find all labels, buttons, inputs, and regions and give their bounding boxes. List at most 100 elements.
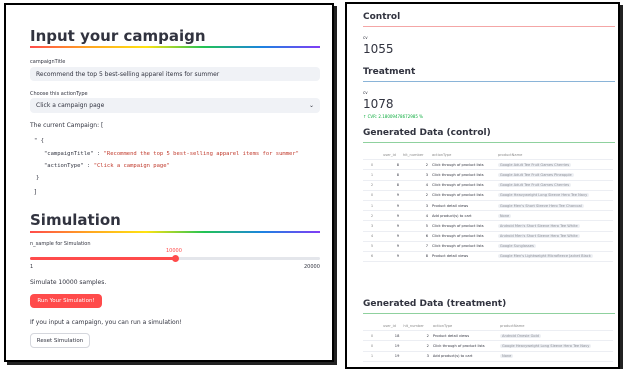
column-header[interactable] bbox=[363, 321, 381, 332]
table-row[interactable]: 4 9 6 Click through of product lists Android… bbox=[363, 231, 613, 242]
slider-max: 20000 bbox=[304, 264, 320, 270]
table-cell: Android Onesie Gold bbox=[498, 330, 613, 342]
control-divider bbox=[363, 26, 615, 27]
treatment-delta: ↑ CVR: 2.18009478672985 % bbox=[363, 114, 423, 119]
gen-treatment-title: Generated Data (treatment) bbox=[363, 299, 507, 309]
table-cell: 19 bbox=[381, 340, 402, 352]
table-cell: 0 bbox=[363, 330, 381, 342]
campaign-title-label: campaignTitle bbox=[30, 59, 66, 65]
column-header[interactable]: actionType bbox=[429, 150, 496, 161]
table-row[interactable]: 1 9 3 Product detail views Google Men's Shor… bbox=[363, 200, 613, 212]
action-type-value: Click a campaign page bbox=[36, 102, 105, 109]
gen-control-divider bbox=[363, 142, 615, 143]
table-cell: Google Heavyweight Long Sleeve Hero Tee … bbox=[498, 340, 613, 352]
table-row[interactable]: 0 18 2 Product detail views Android Onesie G… bbox=[363, 330, 613, 342]
table-cell: 3 bbox=[401, 200, 430, 212]
table-cell: Product detail views bbox=[429, 200, 496, 212]
table-cell: 8 bbox=[401, 251, 430, 263]
treatment-data-table[interactable]: user_id hit_number actionType productName 0… bbox=[363, 321, 613, 362]
table-cell: 4 bbox=[401, 210, 430, 222]
table-cell: 1 bbox=[363, 169, 381, 181]
table-cell: 9 bbox=[381, 251, 401, 263]
table-cell: Google Adult Tee Fruit Games Cherries bbox=[495, 180, 613, 191]
table-row[interactable]: 5 9 7 Click through of product lists Google … bbox=[363, 241, 613, 252]
treatment-divider bbox=[363, 81, 615, 82]
product-name-chip: Google Heavyweight Long Sleeve Hero Tee … bbox=[500, 343, 592, 348]
campaign-input-panel: Input your campaign campaignTitle Recomm… bbox=[4, 3, 334, 362]
treatment-cv-value: 1078 bbox=[363, 97, 394, 111]
table-cell: 1 bbox=[363, 351, 381, 362]
code-close: } bbox=[36, 175, 40, 181]
table-cell: Google Men's Short Sleeve Hero Tee Charc… bbox=[495, 200, 613, 212]
table-cell: Click through of product lists bbox=[429, 169, 496, 181]
table-cell: 6 bbox=[401, 231, 430, 242]
column-header[interactable]: hit_number bbox=[401, 150, 430, 161]
table-cell: 2 bbox=[401, 330, 431, 342]
reset-simulation-button[interactable]: Reset Simulation bbox=[30, 333, 90, 348]
simulation-title: Simulation bbox=[30, 211, 121, 229]
slider-label: n_sample for Simulation bbox=[30, 241, 91, 247]
table-row[interactable]: 0 8 2 Click through of product lists Google … bbox=[363, 159, 613, 171]
action-type-label: Choose this actionType bbox=[30, 91, 88, 97]
table-cell: 8 bbox=[381, 169, 401, 181]
table-cell: Click through of product lists bbox=[429, 180, 496, 191]
column-header[interactable]: user_id bbox=[381, 321, 402, 332]
table-cell: Click through of product lists bbox=[430, 340, 499, 352]
table-cell: Android Men's Short Sleeve Hero Tee Whit… bbox=[495, 231, 613, 242]
slider-thumb[interactable] bbox=[172, 255, 179, 262]
table-cell: 9 bbox=[381, 220, 401, 232]
slider-fill bbox=[30, 257, 175, 260]
table-row[interactable]: 0 19 2 Click through of product lists Google… bbox=[363, 340, 613, 352]
column-header[interactable]: hit_number bbox=[401, 321, 431, 332]
table-cell: 6 bbox=[363, 251, 381, 263]
table-cell: 5 bbox=[401, 220, 430, 232]
column-header[interactable] bbox=[363, 150, 381, 161]
table-row[interactable]: 3 9 5 Click through of product lists Android… bbox=[363, 220, 613, 232]
column-header[interactable]: actionType bbox=[430, 321, 499, 332]
control-cv-value: 1055 bbox=[363, 42, 394, 56]
product-name-chip: Google Adult Tee Fruit Games Cherries bbox=[497, 183, 572, 188]
slider-current-value: 10000 bbox=[166, 248, 182, 254]
table-cell: 5 bbox=[363, 241, 381, 252]
product-name-chip: None bbox=[500, 354, 514, 359]
table-row[interactable]: 1 19 3 Add product(s) to cart None bbox=[363, 351, 613, 362]
slider-min: 1 bbox=[30, 264, 34, 270]
table-cell: Product detail views bbox=[429, 251, 496, 263]
table-cell: 4 bbox=[401, 180, 430, 191]
code-line-campaign-title: "campaignTitle" : "Recommend the top 5 b… bbox=[44, 151, 299, 157]
column-header[interactable]: productName bbox=[498, 321, 613, 332]
table-cell: Add product(s) to cart bbox=[429, 210, 496, 222]
info-text: If you input a campaign, you can run a s… bbox=[30, 319, 182, 326]
product-name-chip: Android Men's Short Sleeve Hero Tee Whit… bbox=[497, 223, 580, 228]
table-cell: Click through of product lists bbox=[429, 231, 496, 242]
chevron-down-icon: ⌄ bbox=[308, 102, 314, 109]
slider-track[interactable] bbox=[30, 255, 320, 262]
run-simulation-button[interactable]: Run Your Simulation! bbox=[30, 294, 102, 308]
current-campaign-label: The current Campaign: [ bbox=[30, 122, 104, 129]
campaign-title-input[interactable]: Recommend the top 5 best-selling apparel… bbox=[30, 67, 320, 81]
product-name-chip: Android Onesie Gold bbox=[500, 333, 541, 338]
table-cell: 9 bbox=[381, 200, 401, 212]
table-row[interactable]: 2 8 4 Click through of product lists Google … bbox=[363, 180, 613, 191]
table-cell: 9 bbox=[381, 231, 401, 242]
table-cell: 0 bbox=[363, 340, 381, 352]
table-cell: 2 bbox=[401, 190, 430, 201]
table-row[interactable]: 6 9 8 Product detail views Google Men's Ligh… bbox=[363, 251, 613, 263]
table-cell: 2 bbox=[401, 340, 431, 352]
control-cv-label: cv bbox=[363, 35, 368, 40]
table-cell: 2 bbox=[401, 159, 430, 171]
table-cell: Google Heavyweight Long Sleeve Hero Tee … bbox=[495, 190, 613, 201]
table-cell: Click through of product lists bbox=[429, 159, 496, 171]
column-header[interactable]: productName bbox=[495, 150, 613, 161]
action-type-select[interactable]: Click a campaign page ⌄ bbox=[30, 98, 320, 113]
table-cell: 0 bbox=[363, 190, 381, 201]
table-cell: Click through of product lists bbox=[429, 190, 496, 201]
table-row[interactable]: 2 9 4 Add product(s) to cart None bbox=[363, 210, 613, 222]
control-data-table[interactable]: user_id hit_number actionType productName 0… bbox=[363, 150, 613, 263]
column-header[interactable]: user_id bbox=[381, 150, 401, 161]
table-cell: None bbox=[498, 351, 613, 362]
table-row[interactable]: 1 8 3 Click through of product lists Google … bbox=[363, 169, 613, 181]
table-cell: 19 bbox=[381, 351, 402, 362]
table-row[interactable]: 0 9 2 Click through of product lists Google … bbox=[363, 190, 613, 201]
table-cell: 3 bbox=[363, 220, 381, 232]
